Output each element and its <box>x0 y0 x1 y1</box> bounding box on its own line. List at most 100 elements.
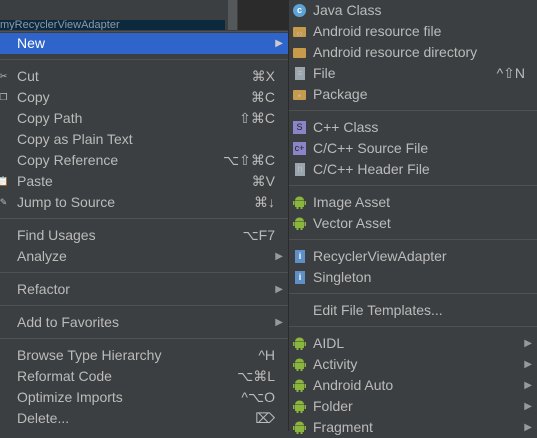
menu-item-label: Android resource file <box>313 23 442 39</box>
menu-item-label: Vector Asset <box>313 215 391 231</box>
android-icon <box>293 421 306 434</box>
menu-item-label: Activity <box>313 356 358 372</box>
java-class-icon: c <box>293 4 306 17</box>
menu-item-label: Android resource directory <box>313 44 478 60</box>
submenu-arrow-icon: ▶ <box>524 359 532 370</box>
menu-separator <box>0 333 288 345</box>
menu-item-label: Copy Reference <box>17 152 119 168</box>
selected-tree-row: myRecyclerViewAdapter <box>0 20 225 30</box>
menu-item-file[interactable]: ≡ File ^⇧N <box>289 63 537 84</box>
android-icon <box>293 196 306 209</box>
menu-item-paste[interactable]: 📋 Paste ⌘V <box>0 171 288 192</box>
menu-item-find-usages[interactable]: Find Usages ⌥F7 <box>0 225 288 246</box>
menu-item-cut[interactable]: ✂ Cut ⌘X <box>0 66 288 87</box>
cpp-class-icon: S <box>293 121 306 134</box>
menu-item-label: Refactor <box>17 281 70 297</box>
folder-icon <box>293 48 306 58</box>
menu-separator <box>289 105 537 117</box>
submenu-arrow-icon: ▶ <box>275 317 283 328</box>
menu-item-label: File <box>313 65 336 81</box>
menu-item-c-class[interactable]: S C++ Class <box>289 117 537 138</box>
menu-item-c-c-source-file[interactable]: c+ C/C++ Source File <box>289 138 537 159</box>
menu-item-copy-path[interactable]: Copy Path ⇧⌘C <box>0 108 288 129</box>
template-icon: i <box>295 271 305 284</box>
menu-item-label: Android Auto <box>313 377 394 393</box>
menu-item-label: Edit File Templates... <box>313 302 443 318</box>
menu-item-analyze[interactable]: Analyze ▶ <box>0 246 288 267</box>
menu-item-label: C/C++ Header File <box>313 161 430 177</box>
menu-item-label: Jump to Source <box>17 194 116 210</box>
scissors-icon: ✂ <box>0 71 8 81</box>
menu-item-copy-as-plain-text[interactable]: Copy as Plain Text <box>0 129 288 150</box>
cpp-header-icon: h <box>295 163 305 176</box>
menu-item-aidl[interactable]: AIDL ▶ <box>289 333 537 354</box>
menu-item-edit-file-templates[interactable]: Edit File Templates... <box>289 300 537 321</box>
menu-item-browse-type-hierarchy[interactable]: Browse Type Hierarchy ^H <box>0 345 288 366</box>
shortcut-label: ^⌥O <box>241 389 275 405</box>
menu-item-image-asset[interactable]: Image Asset <box>289 192 537 213</box>
menu-item-label: Singleton <box>313 269 372 285</box>
menu-item-folder[interactable]: Folder ▶ <box>289 396 537 417</box>
menu-item-label: Cut <box>17 68 39 84</box>
menu-item-optimize-imports[interactable]: Optimize Imports ^⌥O <box>0 387 288 408</box>
paste-icon: 📋 <box>0 176 10 186</box>
menu-item-android-auto[interactable]: Android Auto ▶ <box>289 375 537 396</box>
menu-item-android-resource-file[interactable]: ‹› Android resource file <box>289 21 537 42</box>
package-icon: • <box>293 90 306 101</box>
new-submenu: c Java Class ‹› Android resource file Androi… <box>288 0 537 435</box>
menu-item-recyclerviewadapter[interactable]: i RecyclerViewAdapter <box>289 246 537 267</box>
menu-item-activity[interactable]: Activity ▶ <box>289 354 537 375</box>
menu-item-java-class[interactable]: c Java Class <box>289 0 537 21</box>
menu-separator <box>289 288 537 300</box>
menu-item-delete[interactable]: Delete... ⌦ <box>0 408 288 429</box>
menu-item-add-to-favorites[interactable]: Add to Favorites ▶ <box>0 312 288 333</box>
menu-item-label: Paste <box>17 173 53 189</box>
submenu-arrow-icon: ▶ <box>275 284 283 295</box>
menu-item-singleton[interactable]: i Singleton <box>289 267 537 288</box>
submenu-arrow-icon: ▶ <box>524 401 532 412</box>
menu-item-copy-reference[interactable]: Copy Reference ⌥⇧⌘C <box>0 150 288 171</box>
submenu-arrow-icon: ▶ <box>275 38 283 49</box>
shortcut-label: ⌥F7 <box>242 227 275 243</box>
edit-source-icon: ✎ <box>0 197 8 207</box>
android-icon <box>293 379 306 392</box>
submenu-arrow-icon: ▶ <box>524 422 532 433</box>
menu-item-package[interactable]: • Package <box>289 84 537 105</box>
menu-item-reformat-code[interactable]: Reformat Code ⌥⌘L <box>0 366 288 387</box>
menu-item-label: Reformat Code <box>17 368 112 384</box>
menu-item-refactor[interactable]: Refactor ▶ <box>0 279 288 300</box>
menu-item-jump-to-source[interactable]: ✎ Jump to Source ⌘↓ <box>0 192 288 213</box>
menu-item-android-resource-directory[interactable]: Android resource directory <box>289 42 537 63</box>
menu-item-label: Find Usages <box>17 227 96 243</box>
shortcut-label: ^⇧N <box>496 65 525 81</box>
context-menu: New ▶ ✂ Cut ⌘X ❐ Copy ⌘C Copy Path ⇧⌘C Copy as Pla… <box>0 31 288 431</box>
shortcut-label: ⌘V <box>251 173 275 189</box>
scrollbar[interactable] <box>228 0 237 30</box>
menu-item-label: Copy Path <box>17 110 83 126</box>
menu-item-label: Package <box>313 86 368 102</box>
android-icon <box>293 217 306 230</box>
shortcut-label: ⌘X <box>251 68 275 84</box>
shortcut-label: ⇧⌘C <box>239 110 275 126</box>
android-icon <box>293 337 306 350</box>
menu-item-label: RecyclerViewAdapter <box>313 248 447 264</box>
menu-item-label: C++ Class <box>313 119 379 135</box>
menu-item-new[interactable]: New ▶ <box>0 33 288 54</box>
menu-item-label: AIDL <box>313 335 345 351</box>
menu-item-label: Add to Favorites <box>17 314 119 330</box>
menu-separator <box>0 267 288 279</box>
submenu-arrow-icon: ▶ <box>524 338 532 349</box>
menu-item-c-c-header-file[interactable]: h C/C++ Header File <box>289 159 537 180</box>
menu-item-label: Delete... <box>17 410 70 426</box>
shortcut-label: ⌘C <box>250 89 275 105</box>
menu-item-label: Java Class <box>313 2 382 18</box>
menu-item-fragment[interactable]: Fragment ▶ <box>289 417 537 438</box>
copy-icon: ❐ <box>0 92 8 102</box>
file-icon: ≡ <box>295 67 305 80</box>
menu-item-vector-asset[interactable]: Vector Asset <box>289 213 537 234</box>
android-icon <box>293 358 306 371</box>
shortcut-label: ⌦ <box>255 410 275 426</box>
resource-file-icon: ‹› <box>293 27 306 38</box>
menu-separator <box>289 321 537 333</box>
menu-item-copy[interactable]: ❐ Copy ⌘C <box>0 87 288 108</box>
